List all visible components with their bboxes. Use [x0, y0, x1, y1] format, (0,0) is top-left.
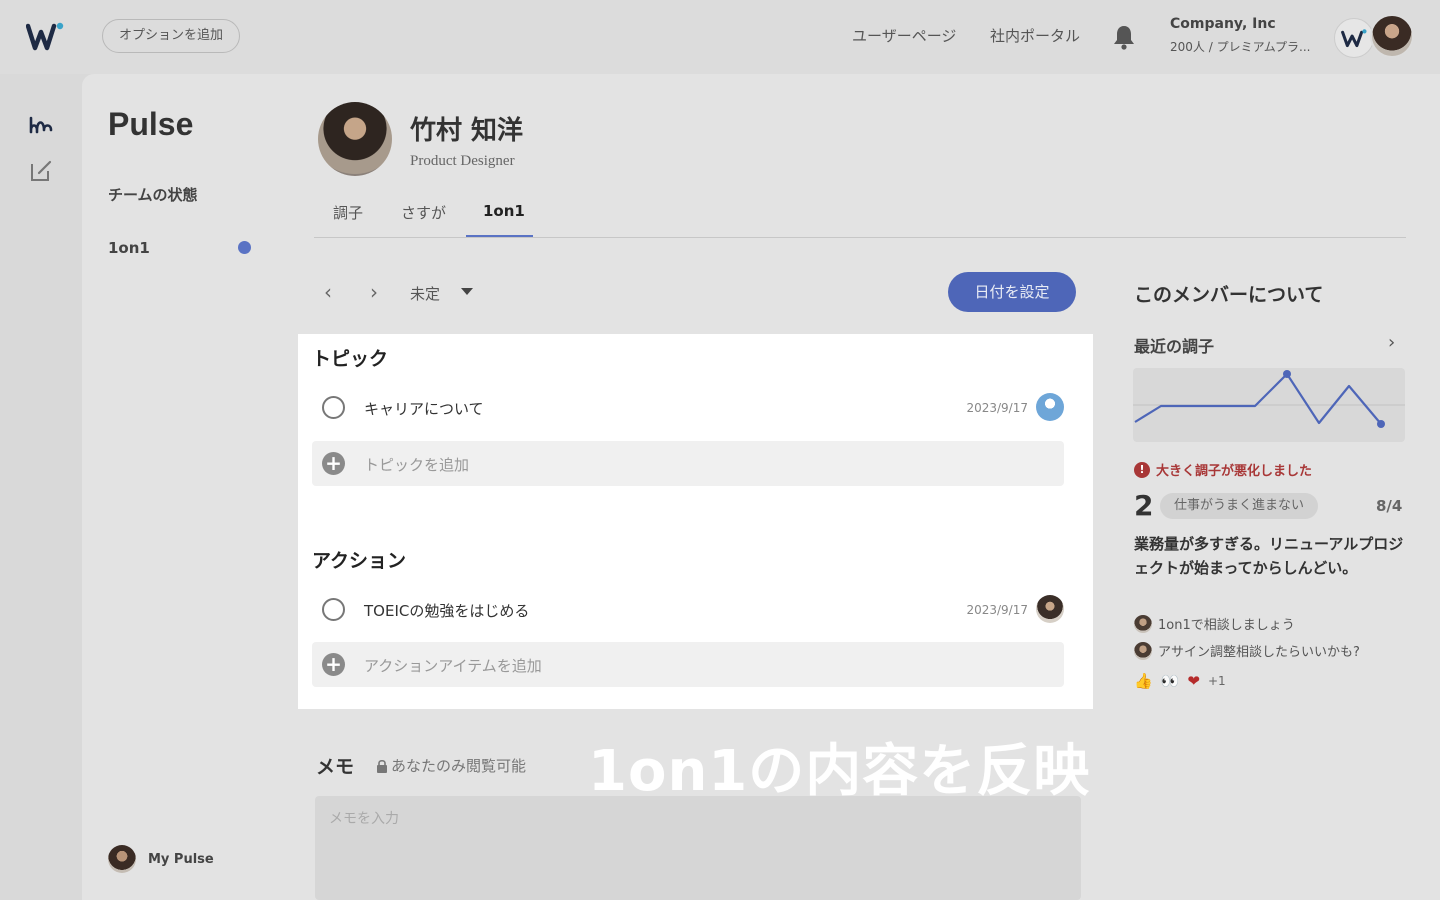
reply-text: 1on1で相談しましょう	[1158, 618, 1295, 633]
eyes-icon[interactable]: 👀	[1161, 672, 1180, 690]
chevron-right-icon[interactable]: ›	[1388, 332, 1395, 353]
org-logo-avatar[interactable]	[1334, 18, 1374, 58]
profile-role: Product Designer	[410, 153, 515, 169]
sidebar-item-1on1[interactable]: 1on1	[108, 239, 150, 257]
add-action-row[interactable]: + アクションアイテムを追加	[312, 642, 1064, 687]
plus-icon: +	[322, 653, 345, 676]
next-arrow-icon[interactable]: ›	[364, 282, 384, 302]
condition-sparkline	[1133, 368, 1405, 442]
highlight-card: トピック キャリアについて 2023/9/17 + トピックを追加 アクション …	[298, 334, 1093, 709]
topics-title: トピック	[312, 348, 389, 370]
reaction-more[interactable]: +1	[1208, 674, 1226, 688]
date-select[interactable]: 未定	[410, 283, 440, 304]
reply-avatar	[1134, 641, 1152, 660]
nav-user-page[interactable]: ユーザーページ	[852, 25, 956, 46]
tab-divider	[314, 237, 1406, 238]
memo-visibility: あなたのみ閲覧可能	[376, 755, 526, 776]
app-logo[interactable]	[26, 22, 66, 52]
assignee-avatar	[1036, 393, 1064, 421]
chevron-down-icon[interactable]	[461, 288, 473, 295]
my-pulse-label: My Pulse	[148, 851, 214, 867]
reply-text: アサイン調整相談したらいいかも?	[1158, 645, 1360, 660]
about-title: このメンバーについて	[1134, 284, 1324, 306]
plus-icon: +	[322, 452, 345, 475]
reply-item: 1on1で相談しましょう	[1134, 614, 1295, 633]
action-label: TOEICの勉強をはじめる	[364, 602, 530, 620]
recent-condition-title[interactable]: 最近の調子	[1134, 333, 1214, 357]
company-plan: 200人 / プレミアムプラ...	[1170, 40, 1311, 54]
add-topic-label: トピックを追加	[364, 456, 470, 474]
memo-input[interactable]: メモを入力	[315, 796, 1081, 900]
actions-title: アクション	[312, 550, 407, 572]
add-action-label: アクションアイテムを追加	[364, 657, 542, 675]
condition-alert: ! 大きく調子が悪化しました	[1134, 460, 1312, 479]
checkbox-circle-icon[interactable]	[322, 396, 345, 419]
company-info[interactable]: Company, Inc 200人 / プレミアムプラ...	[1170, 16, 1310, 55]
tab-1on1[interactable]: 1on1	[483, 202, 525, 220]
sidebar-title: Pulse	[108, 106, 194, 142]
topic-date: 2023/9/17	[966, 401, 1028, 415]
reactions-bar: 👍 👀 ❤ +1	[1134, 672, 1226, 690]
action-date: 2023/9/17	[966, 603, 1028, 617]
org-logo-icon	[1341, 29, 1367, 48]
topic-label: キャリアについて	[364, 400, 484, 418]
user-avatar[interactable]	[1370, 14, 1414, 58]
topic-item[interactable]: キャリアについて 2023/9/17	[312, 388, 1064, 428]
reason-badge: 仕事がうまく進まない	[1160, 493, 1319, 519]
company-name: Company, Inc	[1170, 16, 1276, 32]
tab-kudos[interactable]: さすが	[401, 202, 446, 223]
checkbox-circle-icon[interactable]	[322, 598, 345, 621]
condition-score: 2	[1134, 489, 1154, 522]
tab-condition[interactable]: 調子	[333, 202, 363, 223]
thumbs-up-icon[interactable]: 👍	[1134, 672, 1153, 690]
alert-icon: !	[1134, 461, 1150, 478]
edit-icon[interactable]	[28, 158, 54, 184]
top-bar: オプションを追加 ユーザーページ 社内ポータル Company, Inc 200…	[0, 0, 1440, 74]
overlay-caption: 1on1の内容を反映	[588, 739, 1091, 804]
memo-title: メモ	[316, 756, 355, 778]
add-option-button[interactable]: オプションを追加	[102, 19, 241, 53]
alert-text: 大きく調子が悪化しました	[1156, 464, 1313, 479]
lock-icon	[377, 759, 387, 773]
reply-avatar	[1134, 614, 1152, 633]
profile-avatar	[318, 102, 392, 176]
icon-rail	[0, 74, 82, 900]
add-topic-row[interactable]: + トピックを追加	[312, 441, 1064, 486]
heart-icon[interactable]: ❤	[1187, 672, 1200, 690]
score-date: 8/4	[1376, 497, 1403, 515]
memo-placeholder: メモを入力	[329, 811, 399, 827]
sidebar-item-team-status[interactable]: チームの状態	[108, 184, 198, 205]
memo-visibility-label: あなたのみ閲覧可能	[391, 757, 527, 775]
member-comment: 業務量が多すぎる。リニューアルプロジェクトが始まってからしんどい。	[1134, 535, 1404, 577]
assignee-avatar	[1036, 595, 1064, 623]
reply-item: アサイン調整相談したらいいかも?	[1134, 641, 1360, 660]
pulse-icon[interactable]	[28, 112, 54, 138]
unread-dot	[238, 241, 251, 254]
my-pulse-avatar	[108, 845, 136, 873]
set-date-button[interactable]: 日付を設定	[948, 272, 1076, 312]
action-item[interactable]: TOEICの勉強をはじめる 2023/9/17	[312, 590, 1064, 630]
bell-icon[interactable]	[1112, 24, 1136, 50]
profile-name: 竹村 知洋	[410, 116, 524, 146]
my-pulse-link[interactable]: My Pulse	[108, 845, 214, 873]
prev-arrow-icon[interactable]: ‹	[318, 282, 338, 302]
nav-company-portal[interactable]: 社内ポータル	[990, 25, 1080, 46]
